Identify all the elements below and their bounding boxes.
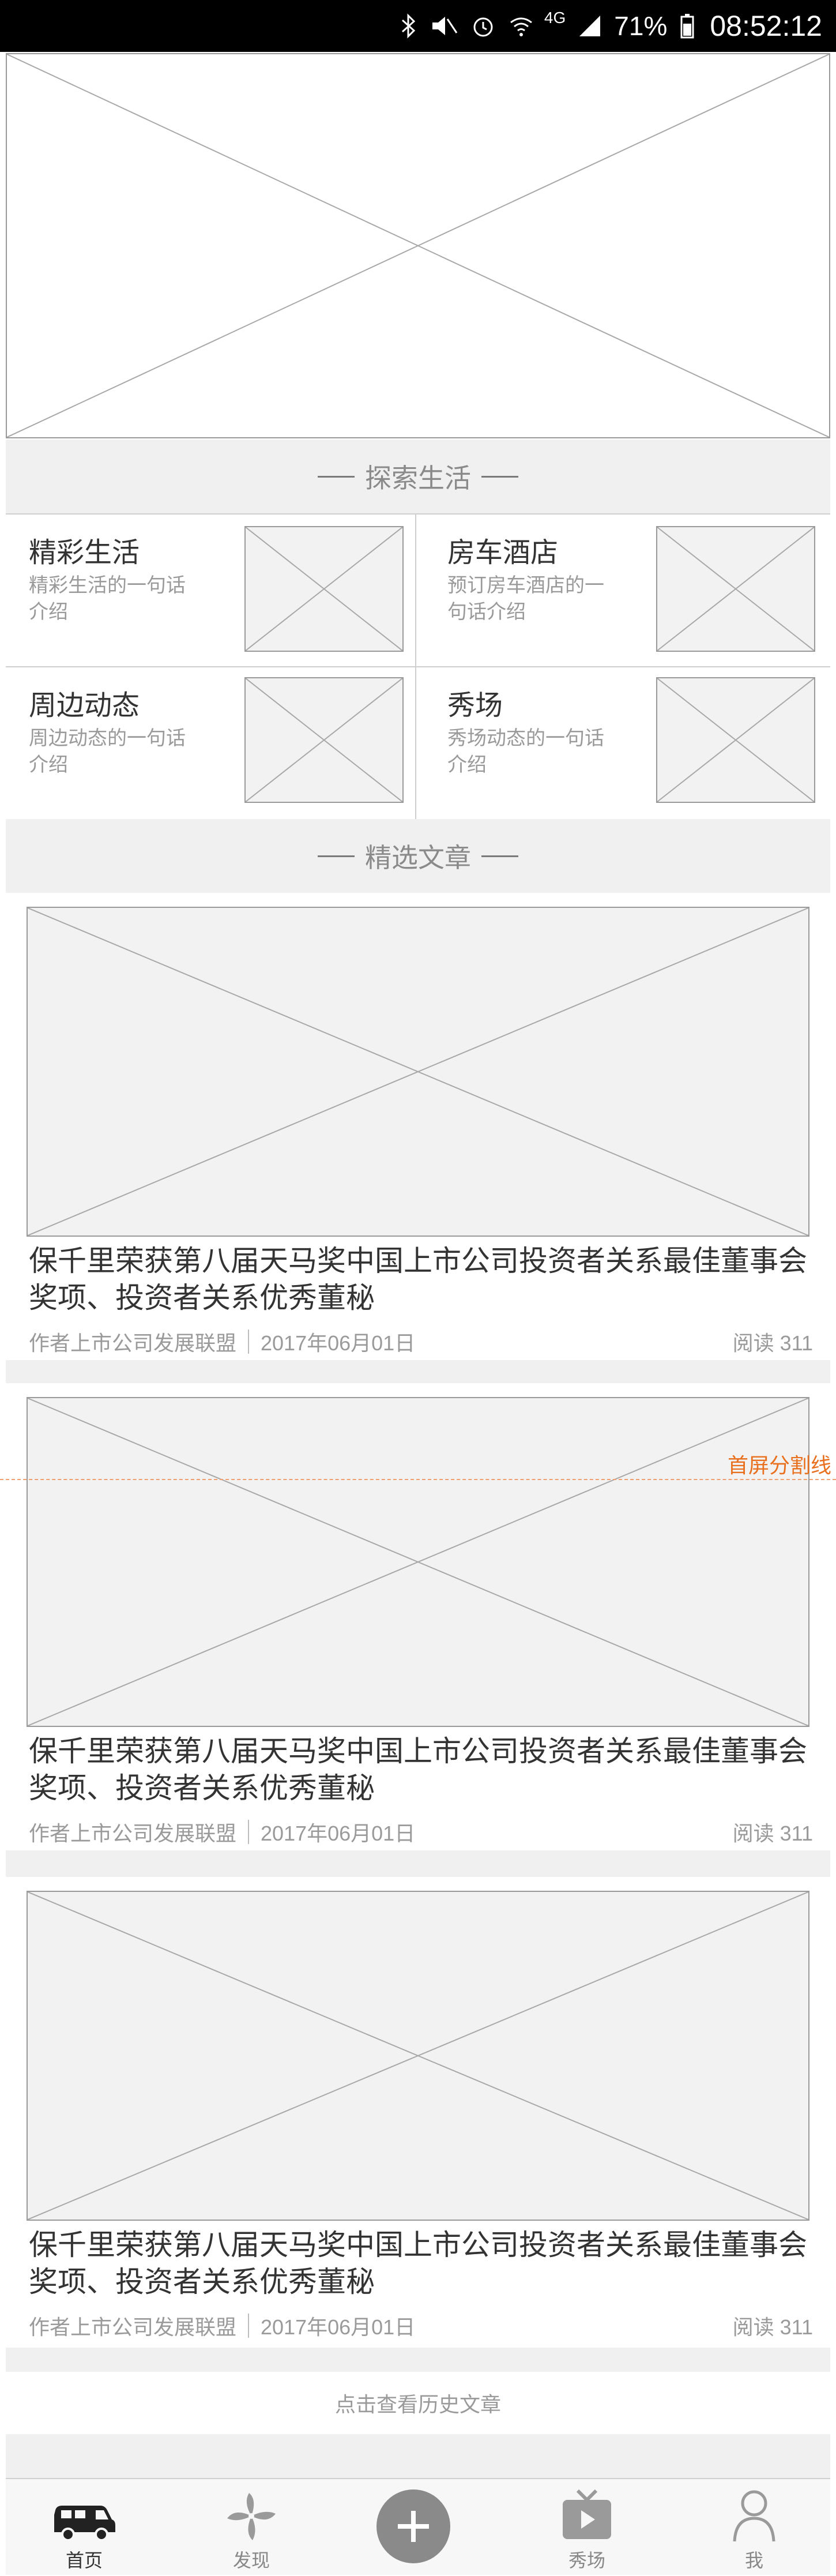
category-title: 房车酒店 [447, 538, 559, 568]
tab-me[interactable]: 我 [696, 2479, 812, 2576]
network-type-label: 4G [544, 9, 566, 27]
hero-banner-image[interactable] [6, 53, 830, 438]
article-author: 作者上市公司发展联盟 [29, 1822, 237, 1845]
user-icon [733, 2490, 775, 2542]
category-title: 秀场 [447, 690, 503, 721]
tab-discover-label: 发现 [232, 2550, 270, 2571]
battery-percent: 71% [614, 11, 668, 41]
tab-show[interactable]: 秀场 [529, 2479, 645, 2576]
article-date: 2017年06月01日 [261, 2315, 416, 2339]
bluetooth-icon [400, 13, 417, 39]
first-screen-fold-line [0, 1479, 836, 1480]
article-author: 作者上市公司发展联盟 [29, 2315, 237, 2339]
wifi-icon [509, 13, 534, 39]
articles-section-header: 精选文章 [6, 819, 830, 893]
category-thumb-rv-hotel [656, 526, 815, 652]
header-dash-left [318, 475, 355, 478]
header-dash-left [318, 855, 355, 857]
article-title: 保千里荣获第八届天马奖中国上市公司投资者关系最佳董事会奖项、投资者关系优秀董秘 [29, 2229, 807, 2298]
article-card[interactable]: 保千里荣获第八届天马奖中国上市公司投资者关系最佳董事会奖项、投资者关系优秀董秘 … [6, 893, 830, 1360]
plus-icon [398, 2511, 429, 2542]
tv-icon [563, 2489, 611, 2539]
article-cover-image [27, 1397, 809, 1727]
article-author: 作者上市公司发展联盟 [29, 1331, 237, 1355]
category-desc: 秀场动态的一句话介绍 [447, 727, 604, 776]
bottom-gap [6, 2434, 830, 2478]
article-cover-image [27, 1891, 809, 2221]
meta-separator [248, 1820, 250, 1844]
article-meta: 作者上市公司发展联盟 2017年06月01日 阅读 311 [29, 2311, 813, 2341]
article-title: 保千里荣获第八届天马奖中国上市公司投资者关系最佳董事会奖项、投资者关系优秀董秘 [29, 1735, 807, 1804]
fold-line-label: 首屏分割线 [727, 1454, 831, 1477]
tab-home-label: 首页 [65, 2550, 103, 2571]
battery-icon [680, 13, 695, 39]
header-dash-right [481, 475, 518, 478]
meta-separator [248, 1330, 250, 1354]
article-read-count: 阅读 311 [732, 1331, 813, 1355]
tab-discover[interactable]: 发现 [194, 2479, 309, 2576]
header-dash-right [481, 855, 518, 857]
category-thumb-life [244, 526, 404, 652]
category-divider-horizontal [6, 666, 830, 667]
article-read-count: 阅读 311 [732, 2315, 813, 2339]
explore-section-header: 探索生活 [6, 440, 830, 513]
bottom-tab-bar: 首页 发现 秀场 我 [6, 2478, 830, 2575]
alarm-icon [470, 13, 496, 39]
article-gap [6, 1850, 830, 1877]
article-card[interactable]: 保千里荣获第八届天马奖中国上市公司投资者关系最佳董事会奖项、投资者关系优秀董秘 … [6, 1877, 830, 2348]
rv-icon [54, 2506, 115, 2541]
category-desc: 预订房车酒店的一句话介绍 [447, 574, 604, 623]
article-meta: 作者上市公司发展联盟 2017年06月01日 阅读 311 [29, 1817, 813, 1847]
mute-icon [430, 13, 458, 39]
category-title: 周边动态 [29, 690, 140, 721]
history-articles-link[interactable]: 点击查看历史文章 [6, 2372, 830, 2434]
category-desc: 精彩生活的一句话介绍 [29, 574, 186, 623]
category-title: 精彩生活 [29, 538, 140, 568]
article-cover-image [27, 907, 809, 1237]
add-button[interactable] [376, 2489, 450, 2563]
clock: 08:52:12 [710, 10, 822, 42]
explore-section-title: 探索生活 [365, 463, 471, 493]
pinwheel-icon [227, 2493, 276, 2540]
article-date: 2017年06月01日 [261, 1822, 416, 1845]
tab-show-label: 秀场 [568, 2550, 605, 2571]
signal-icon [578, 14, 601, 37]
article-card[interactable]: 保千里荣获第八届天马奖中国上市公司投资者关系最佳董事会奖项、投资者关系优秀董秘 … [6, 1383, 830, 1850]
article-meta: 作者上市公司发展联盟 2017年06月01日 阅读 311 [29, 1327, 813, 1357]
article-gap [6, 1360, 830, 1383]
article-title: 保千里荣获第八届天马奖中国上市公司投资者关系最佳董事会奖项、投资者关系优秀董秘 [29, 1245, 807, 1314]
category-desc: 周边动态的一句话介绍 [29, 727, 186, 776]
status-bar: 4G 71% 08:52:12 [0, 0, 836, 52]
article-date: 2017年06月01日 [261, 1331, 416, 1355]
article-gap [6, 2348, 830, 2372]
articles-section-title: 精选文章 [365, 843, 471, 873]
article-read-count: 阅读 311 [732, 1822, 813, 1845]
tab-home[interactable]: 首页 [27, 2479, 142, 2576]
tab-me-label: 我 [744, 2550, 763, 2571]
category-thumb-nearby [244, 677, 404, 803]
category-thumb-show [656, 677, 815, 803]
meta-separator [248, 2314, 250, 2338]
